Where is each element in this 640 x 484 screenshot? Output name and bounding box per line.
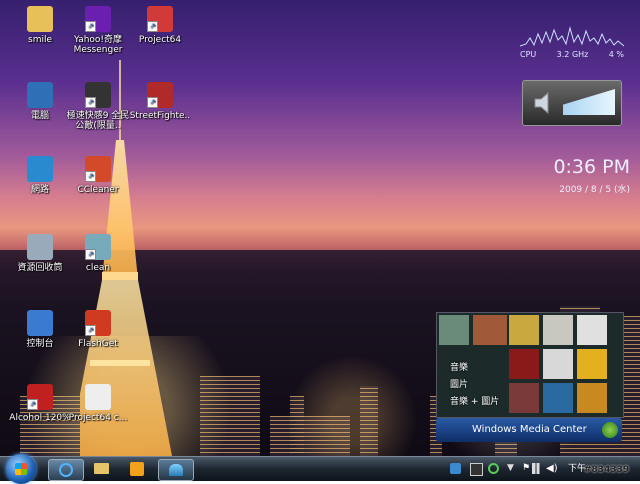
shortcut-arrow-icon: ↗ <box>147 97 158 108</box>
desktop-icon-label: Project64 <box>138 35 182 45</box>
desktop-icon[interactable]: 資源回收筒 <box>8 234 72 273</box>
media-player-icon <box>130 462 144 476</box>
desktop-icon[interactable]: ↗ Project64 <box>128 6 192 45</box>
computer-icon <box>27 82 53 108</box>
shortcut-arrow-icon: ↗ <box>85 97 96 108</box>
desktop-icon-label: 網路 <box>30 185 49 195</box>
shortcut-arrow-icon: ↗ <box>85 249 96 260</box>
desktop-icon-label: StreetFighte.. <box>129 111 191 121</box>
menu-music-pictures[interactable]: 音樂 + 圖片 <box>450 394 499 411</box>
desktop-icon[interactable]: 控制台 <box>8 310 72 349</box>
taskbar-ie[interactable] <box>48 459 84 481</box>
desktop-icon-label: smile <box>28 35 52 45</box>
desktop-icon-label: Project64 c... <box>68 413 128 423</box>
network-icon[interactable] <box>532 463 543 474</box>
ie-icon <box>59 463 73 477</box>
shortcut-arrow-icon: ↗ <box>85 171 96 182</box>
explorer-icon <box>94 463 109 474</box>
folder-icon <box>27 6 53 32</box>
desktop-icon-label: 控制台 <box>26 339 54 349</box>
cpu-ghz-unit: GHz <box>571 50 589 59</box>
tray-monitor-icon[interactable] <box>470 463 483 476</box>
desktop-icon[interactable]: 網路 <box>8 156 72 195</box>
speaker-icon <box>534 91 549 115</box>
menu-pictures[interactable]: 圖片 <box>450 377 499 394</box>
desktop-icon-label: Alcohol 120% <box>9 413 71 423</box>
desktop-icon[interactable]: ↗ Yahoo!奇摩 Messenger <box>66 6 130 55</box>
alcohol-icon: ↗ <box>27 384 53 410</box>
cpu-usage: 4 % <box>608 50 624 59</box>
desktop-icon[interactable]: Project64 c... <box>66 384 130 423</box>
watermark-text: #834339 <box>584 465 630 475</box>
volume-slider[interactable] <box>563 89 615 115</box>
desktop-icon[interactable]: ↗ CCleaner <box>66 156 130 195</box>
desktop-icon-label: clean <box>85 263 111 273</box>
flashget-icon: ↗ <box>85 310 111 336</box>
cpu-graph <box>520 26 624 47</box>
desktop-icon[interactable]: ↗ FlashGet <box>66 310 130 349</box>
desktop-icon[interactable]: 電腦 <box>8 82 72 121</box>
desktop-icon-label: Yahoo!奇摩 Messenger <box>73 35 123 55</box>
cpu-label: CPU <box>520 50 537 59</box>
media-center-brand: Windows Media Center <box>472 424 587 435</box>
control-panel-icon <box>27 310 53 336</box>
cpu-meter-gadget[interactable]: CPU 3.2 GHz 4 % <box>520 26 624 62</box>
streetfighter-icon: ↗ <box>147 82 173 108</box>
document-icon <box>85 384 111 410</box>
taskbar-network-app[interactable] <box>158 459 194 481</box>
taskbar-media-player[interactable] <box>122 459 152 479</box>
recycle-bin-icon <box>27 234 53 260</box>
shortcut-arrow-icon: ↗ <box>147 21 158 32</box>
volume-icon[interactable]: ◀) <box>546 463 558 474</box>
volume-gadget[interactable] <box>522 80 622 126</box>
desktop-icon-label: 電腦 <box>30 111 49 121</box>
nfs-icon: ↗ <box>85 82 111 108</box>
clock-time: 0:36 PM <box>553 156 630 178</box>
project64-icon: ↗ <box>147 6 173 32</box>
tray-chevron-icon[interactable]: ▼ <box>505 463 516 474</box>
ccleaner-icon: ↗ <box>85 156 111 182</box>
desktop-icon[interactable]: ↗ Alcohol 120% <box>8 384 72 423</box>
desktop-icon-label: CCleaner <box>77 185 119 195</box>
shortcut-arrow-icon: ↗ <box>85 21 96 32</box>
windows-orb-icon <box>15 463 27 475</box>
tray-green-icon[interactable] <box>488 463 499 474</box>
tray-app-icon[interactable] <box>450 463 461 474</box>
clock-gadget: 0:36 PM 2009 / 8 / 5 (水) <box>520 156 630 195</box>
clock-date: 2009 / 8 / 5 (水) <box>559 185 630 195</box>
desktop-icon[interactable]: smile <box>8 6 72 45</box>
windows-logo-icon <box>602 422 618 438</box>
desktop-icon-label: 極速快感9 全民公敵(限量.. <box>66 111 130 131</box>
desktop-icon[interactable]: ↗ clean <box>66 234 130 273</box>
taskbar-explorer[interactable] <box>86 459 116 479</box>
menu-music[interactable]: 音樂 <box>450 360 499 377</box>
network-icon <box>27 156 53 182</box>
shortcut-arrow-icon: ↗ <box>27 399 38 410</box>
yahoo-messenger-icon: ↗ <box>85 6 111 32</box>
cpu-ghz: 3.2 <box>556 50 570 59</box>
media-center-bar[interactable]: Windows Media Center <box>436 418 622 442</box>
taskbar: ▼ ⚑ ◀) 下午 <box>0 454 640 484</box>
desktop-icon-label: 資源回收筒 <box>17 263 63 273</box>
media-center-gadget[interactable]: 音樂 圖片 音樂 + 圖片 Windows Media Center <box>436 312 624 444</box>
network-app-icon <box>169 464 183 476</box>
desktop-icon[interactable]: ↗ 極速快感9 全民公敵(限量.. <box>66 82 130 131</box>
shortcut-arrow-icon: ↗ <box>85 325 96 336</box>
desktop: smile ↗ Yahoo!奇摩 Messenger ↗ Project64 電腦 ↗ 極速快… <box>0 0 640 456</box>
desktop-icon[interactable]: ↗ StreetFighte.. <box>128 82 192 121</box>
desktop-icon-label: FlashGet <box>78 339 118 349</box>
clean-icon: ↗ <box>85 234 111 260</box>
